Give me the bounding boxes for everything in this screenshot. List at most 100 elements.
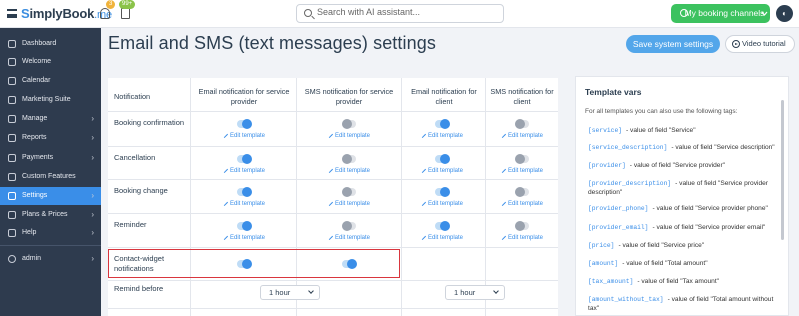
edit-template-link[interactable]: Edit template [498, 165, 543, 174]
template-var-tag[interactable]: [provider_description] [588, 180, 671, 187]
toggle-widget-sms-provider[interactable] [342, 259, 357, 269]
sidebar-item-help[interactable]: Help › [0, 224, 101, 242]
edit-template-link[interactable]: Edit template [418, 232, 463, 241]
edit-template-link[interactable]: Edit template [325, 232, 370, 241]
chevron-right-icon: › [91, 254, 94, 263]
sidebar: Dashboard Welcome Calendar Marketing Sui… [0, 28, 101, 316]
row-divider [108, 308, 558, 309]
sidebar-item-admin[interactable]: admin › [0, 250, 101, 268]
template-var-desc: - value of field "Tax amount" [637, 278, 720, 285]
page-title: Email and SMS (text messages) settings [108, 33, 436, 53]
edit-template-link[interactable]: Edit template [325, 130, 370, 139]
row-divider [108, 111, 558, 112]
header-sms-provider: SMS notification for service provider [304, 87, 394, 106]
search-box[interactable] [296, 4, 504, 23]
template-var-tag[interactable]: [service_description] [588, 144, 667, 151]
notification-toggle[interactable] [342, 221, 356, 231]
remind-client-select[interactable]: 1 hour [445, 285, 505, 300]
template-var-item: [price] - value of field "Service price" [588, 241, 778, 250]
sidebar-item-plans-prices[interactable]: Plans & Prices › [0, 206, 101, 224]
notification-toggle[interactable] [342, 119, 356, 129]
template-var-tag[interactable]: [tax_amount] [588, 278, 633, 285]
toggle-widget-email-provider[interactable] [237, 259, 252, 269]
sidebar-item-welcome[interactable]: Welcome [0, 53, 101, 71]
edit-template-link[interactable]: Edit template [220, 130, 265, 139]
notification-toggle[interactable] [237, 187, 252, 197]
pencil-icon [325, 165, 334, 174]
template-vars-panel: Template vars For all templates you can … [575, 76, 789, 316]
pencil-icon [325, 232, 334, 241]
template-var-tag[interactable]: [provider_phone] [588, 205, 648, 212]
save-settings-button[interactable]: Save system settings [626, 35, 720, 53]
sidebar-item-dashboard[interactable]: Dashboard [0, 35, 101, 53]
notification-toggle[interactable] [435, 221, 450, 231]
puzzle-icon [8, 173, 16, 181]
template-var-desc: - value of field "Service price" [618, 242, 705, 249]
header-sms-client: SMS notification for client [490, 87, 554, 106]
row-divider [108, 213, 558, 214]
template-var-tag[interactable]: [provider_email] [588, 224, 648, 231]
sidebar-item-calendar[interactable]: Calendar [0, 72, 101, 90]
notification-toggle[interactable] [435, 119, 450, 129]
chevron-right-icon: › [91, 114, 94, 123]
template-var-tag[interactable]: [amount] [588, 260, 618, 267]
template-var-item: [service_description] - value of field "S… [588, 143, 778, 152]
menu-icon[interactable] [7, 9, 17, 18]
edit-template-link[interactable]: Edit template [498, 198, 543, 207]
template-var-tag[interactable]: [amount_without_tax] [588, 296, 664, 303]
header-email-provider: Email notification for service provider [198, 87, 290, 106]
cart-icon [8, 211, 16, 219]
booking-channels-button[interactable]: My booking channels [671, 4, 770, 23]
notification-toggle[interactable] [342, 154, 356, 164]
notification-toggle[interactable] [435, 154, 450, 164]
dashboard-icon [8, 40, 16, 48]
search-input[interactable] [317, 7, 497, 17]
tasks-icon[interactable] [121, 8, 130, 19]
template-var-tag[interactable]: [price] [588, 242, 614, 249]
notification-toggle[interactable] [342, 187, 356, 197]
template-var-tag[interactable]: [service] [588, 127, 622, 134]
remind-provider-select[interactable]: 1 hour [260, 285, 320, 300]
edit-template-link[interactable]: Edit template [325, 165, 370, 174]
tasks-badge: 99+ [119, 0, 136, 9]
template-var-desc: - value of field "Service provider phone… [652, 205, 768, 212]
bell-icon[interactable] [100, 8, 110, 19]
template-var-tag[interactable]: [provider] [588, 162, 626, 169]
notification-toggle[interactable] [237, 154, 252, 164]
edit-template-link[interactable]: Edit template [498, 232, 543, 241]
sidebar-item-custom-features[interactable]: Custom Features [0, 168, 101, 186]
pencil-icon [418, 165, 427, 174]
pencil-icon [220, 232, 229, 241]
edit-template-link[interactable]: Edit template [418, 198, 463, 207]
notification-toggle[interactable] [515, 154, 529, 164]
sidebar-item-reports[interactable]: Reports › [0, 129, 101, 147]
pencil-icon [325, 198, 334, 207]
row-label: Cancellation [114, 153, 156, 162]
notification-toggle[interactable] [435, 187, 450, 197]
pencil-icon [498, 198, 507, 207]
edit-template-link[interactable]: Edit template [418, 130, 463, 139]
notification-toggle[interactable] [237, 221, 252, 231]
notification-toggle[interactable] [515, 119, 529, 129]
template-var-item: [amount] - value of field "Total amount" [588, 259, 778, 268]
sidebar-item-marketing-suite[interactable]: Marketing Suite [0, 91, 101, 109]
sidebar-item-settings[interactable]: Settings › [0, 187, 101, 205]
edit-template-link[interactable]: Edit template [325, 198, 370, 207]
edit-template-link[interactable]: Edit template [418, 165, 463, 174]
notification-toggle[interactable] [515, 221, 529, 231]
sidebar-item-payments[interactable]: Payments › [0, 149, 101, 167]
video-tutorial-button[interactable]: Video tutorial [725, 35, 795, 53]
edit-template-link[interactable]: Edit template [220, 198, 265, 207]
edit-template-link[interactable]: Edit template [220, 165, 265, 174]
sidebar-divider [0, 245, 101, 246]
notification-toggle[interactable] [237, 119, 252, 129]
edit-template-link[interactable]: Edit template [220, 232, 265, 241]
vars-scrollbar[interactable] [781, 100, 784, 240]
user-avatar[interactable]: ◐ [776, 5, 793, 22]
payments-icon [8, 154, 16, 162]
logo[interactable]: SimplyBook.me [21, 6, 112, 21]
notification-toggle[interactable] [515, 187, 529, 197]
sidebar-item-manage[interactable]: Manage › [0, 110, 101, 128]
chevron-down-icon[interactable] [759, 4, 770, 23]
edit-template-link[interactable]: Edit template [498, 130, 543, 139]
